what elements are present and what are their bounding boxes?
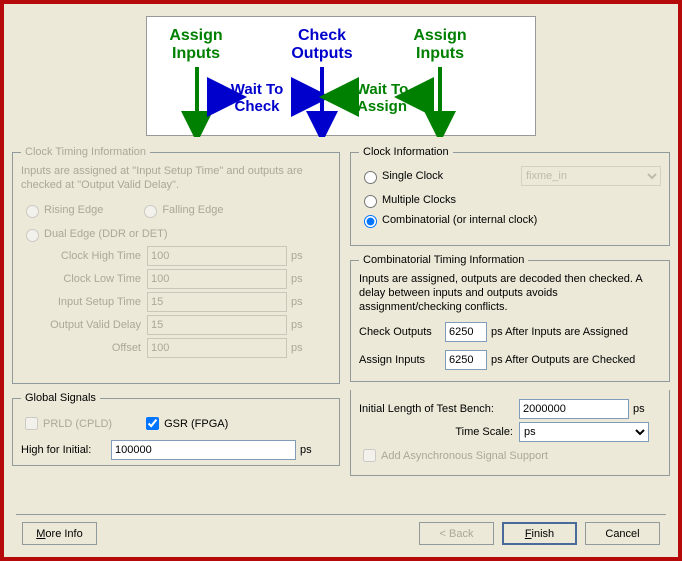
single-clock-select: fixme_in	[521, 166, 661, 186]
initial-length-label: Initial Length of Test Bench:	[359, 403, 519, 415]
check-outputs-label: Check Outputs	[359, 326, 445, 338]
dual-edge-radio: Dual Edge (DDR or DET)	[21, 226, 331, 242]
multiple-clocks-radio[interactable]: Multiple Clocks	[359, 192, 661, 208]
rising-edge-radio: Rising Edge	[21, 202, 103, 218]
high-initial-label: High for Initial:	[21, 444, 111, 456]
clock-timing-fieldset: Clock Timing Information Inputs are assi…	[12, 146, 340, 384]
timing-diagram: AssignInputs CheckOutputs AssignInputs W…	[146, 16, 536, 136]
time-scale-label: Time Scale:	[359, 426, 519, 438]
check-outputs-input[interactable]	[445, 322, 487, 342]
assign-inputs-input[interactable]	[445, 350, 487, 370]
button-separator	[16, 514, 666, 515]
input-setup-time-label: Input Setup Time	[21, 296, 147, 308]
global-signals-fieldset: Global Signals PRLD (CPLD) GSR (FPGA) Hi…	[12, 392, 340, 466]
output-valid-delay-label: Output Valid Delay	[21, 319, 147, 331]
clock-info-fieldset: Clock Information Single Clock fixme_in …	[350, 146, 670, 246]
dialog-window: AssignInputs CheckOutputs AssignInputs W…	[0, 0, 682, 561]
global-signals-legend: Global Signals	[21, 392, 100, 404]
offset-label: Offset	[21, 342, 147, 354]
initial-length-input[interactable]	[519, 399, 629, 419]
clock-timing-desc: Inputs are assigned at "Input Setup Time…	[21, 164, 331, 192]
combinatorial-radio[interactable]: Combinatorial (or internal clock)	[359, 212, 661, 228]
high-initial-input[interactable]	[111, 440, 296, 460]
check-outputs-after: ps After Inputs are Assigned	[491, 326, 628, 338]
misc-fieldset: Initial Length of Test Bench:ps Time Sca…	[350, 390, 670, 476]
back-button: < Back	[419, 522, 494, 545]
clock-high-time-label: Clock High Time	[21, 250, 147, 262]
offset-input	[147, 338, 287, 358]
clock-high-time-input	[147, 246, 287, 266]
clock-low-time-label: Clock Low Time	[21, 273, 147, 285]
combinatorial-timing-legend: Combinatorial Timing Information	[359, 254, 528, 266]
combinatorial-timing-fieldset: Combinatorial Timing Information Inputs …	[350, 254, 670, 382]
button-bar: < Back Finish Cancel	[419, 522, 660, 545]
clock-timing-legend: Clock Timing Information	[21, 146, 150, 158]
falling-edge-radio: Falling Edge	[139, 202, 223, 218]
input-setup-time-input	[147, 292, 287, 312]
single-clock-radio[interactable]: Single Clock	[359, 168, 443, 184]
diagram-arrows-svg	[147, 17, 537, 137]
prld-checkbox: PRLD (CPLD)	[21, 414, 112, 433]
combinatorial-desc: Inputs are assigned, outputs are decoded…	[359, 272, 661, 314]
output-valid-delay-input	[147, 315, 287, 335]
cancel-button[interactable]: Cancel	[585, 522, 660, 545]
assign-inputs-label: Assign Inputs	[359, 354, 445, 366]
clock-low-time-input	[147, 269, 287, 289]
more-info-button[interactable]: More Info	[22, 522, 97, 545]
time-scale-select[interactable]: ps	[519, 422, 649, 442]
assign-inputs-after: ps After Outputs are Checked	[491, 354, 635, 366]
gsr-checkbox[interactable]: GSR (FPGA)	[142, 414, 228, 433]
async-signal-checkbox: Add Asynchronous Signal Support	[359, 446, 661, 465]
clock-info-legend: Clock Information	[359, 146, 453, 158]
finish-button[interactable]: Finish	[502, 522, 577, 545]
